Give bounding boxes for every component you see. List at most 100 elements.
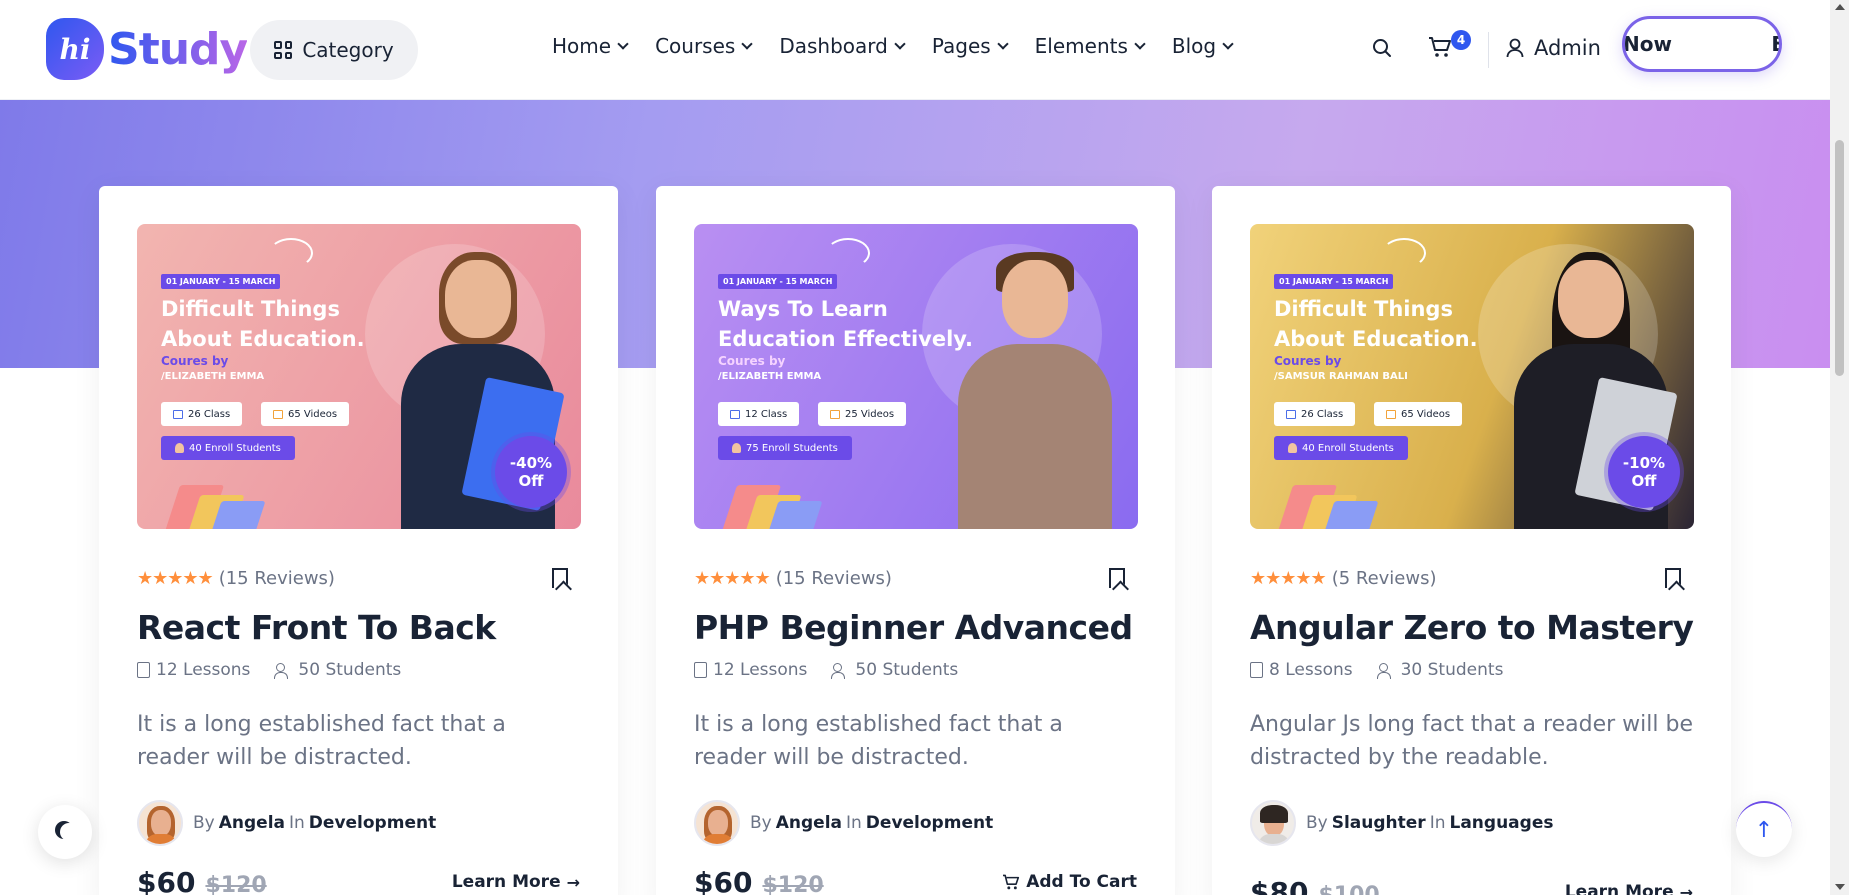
scrollbar-thumb[interactable] bbox=[1835, 140, 1844, 376]
chevron-down-icon bbox=[1222, 37, 1234, 50]
current-price: $80 bbox=[1250, 876, 1309, 895]
course-thumbnail[interactable]: 01 JANUARY - 15 MARCH Difficult Things A… bbox=[1250, 224, 1694, 529]
video-icon bbox=[1386, 409, 1396, 419]
price: $80 $100 bbox=[1250, 876, 1380, 895]
nav-elements[interactable]: Elements bbox=[1035, 34, 1146, 58]
book-icon bbox=[137, 662, 150, 678]
avatar[interactable] bbox=[137, 800, 183, 846]
swirl-decor bbox=[269, 238, 313, 268]
chip-label: 75 Enroll Students bbox=[746, 442, 838, 454]
cart-icon[interactable] bbox=[1428, 36, 1452, 58]
thumb-headline: Ways To Learn Education Effectively. bbox=[718, 297, 974, 351]
enroll-label-right: E bbox=[1771, 32, 1779, 56]
by-label: By bbox=[750, 813, 772, 833]
learn-more-link[interactable]: Learn More → bbox=[452, 872, 580, 892]
logo-mark: hi bbox=[46, 18, 104, 80]
nav-pages[interactable]: Pages bbox=[932, 34, 1009, 58]
nav-label: Blog bbox=[1171, 34, 1217, 58]
thumb-date: 01 JANUARY - 15 MARCH bbox=[718, 274, 838, 289]
moon-icon bbox=[60, 823, 78, 841]
bookmark-icon[interactable] bbox=[1665, 568, 1681, 588]
students: 50 Students bbox=[274, 660, 401, 680]
enroll-now-button[interactable]: Now E bbox=[1622, 16, 1782, 72]
category-link[interactable]: Development bbox=[309, 813, 436, 833]
course-card[interactable]: 01 JANUARY - 15 MARCH Difficult Things A… bbox=[99, 186, 618, 895]
category-link[interactable]: Languages bbox=[1450, 813, 1554, 833]
course-title[interactable]: PHP Beginner Advanced bbox=[694, 608, 1133, 647]
thumb-author: /ELIZABETH EMMA bbox=[161, 371, 265, 382]
bookmark-icon[interactable] bbox=[1109, 568, 1125, 588]
videos-chip: 65 Videos bbox=[261, 402, 350, 426]
nav-label: Home bbox=[552, 34, 612, 58]
discount-value: -10% bbox=[1622, 454, 1666, 472]
thumb-headline: Difficult Things About Education. bbox=[1274, 297, 1478, 351]
cta-label: Learn More bbox=[1564, 882, 1674, 895]
old-price: $120 bbox=[205, 873, 267, 895]
course-title[interactable]: Angular Zero to Mastery bbox=[1250, 608, 1694, 647]
instructor-photo bbox=[950, 244, 1120, 529]
review-count: (5 Reviews) bbox=[1331, 568, 1437, 589]
nav-dashboard[interactable]: Dashboard bbox=[779, 34, 906, 58]
dark-mode-toggle[interactable] bbox=[38, 805, 92, 859]
course-card[interactable]: 01 JANUARY - 15 MARCH Ways To Learn Educ… bbox=[656, 186, 1175, 895]
course-thumbnail[interactable]: 01 JANUARY - 15 MARCH Difficult Things A… bbox=[137, 224, 581, 529]
back-to-top-button[interactable]: ↑ bbox=[1736, 801, 1792, 857]
chevron-down-icon bbox=[1134, 37, 1146, 50]
enroll-label-left: Now bbox=[1623, 32, 1672, 56]
videos-chip: 25 Videos bbox=[818, 402, 907, 426]
in-label: In bbox=[846, 813, 862, 833]
discount-word: Off bbox=[1631, 472, 1657, 490]
author-row: By Angela In Development bbox=[694, 800, 993, 846]
scroll-down-arrow[interactable] bbox=[1835, 884, 1845, 890]
student-icon bbox=[1288, 443, 1297, 453]
chip-label: 12 Class bbox=[745, 408, 788, 420]
students: 30 Students bbox=[1376, 660, 1503, 680]
enroll-chip: 75 Enroll Students bbox=[718, 436, 852, 460]
author-name[interactable]: Angela bbox=[219, 813, 285, 833]
logo-text: Study bbox=[108, 23, 248, 75]
course-card[interactable]: 01 JANUARY - 15 MARCH Difficult Things A… bbox=[1212, 186, 1731, 895]
class-chip: 26 Class bbox=[161, 402, 243, 426]
bookmark-icon[interactable] bbox=[552, 568, 568, 588]
chip-label: 65 Videos bbox=[1401, 408, 1451, 420]
student-icon bbox=[732, 443, 741, 453]
video-icon bbox=[273, 409, 283, 419]
board-icon bbox=[730, 409, 740, 419]
course-meta: 12 Lessons 50 Students bbox=[137, 660, 401, 680]
scroll-up-arrow[interactable] bbox=[1835, 4, 1845, 10]
learn-more-link[interactable]: Learn More → bbox=[1565, 882, 1693, 895]
author-name[interactable]: Slaughter bbox=[1332, 813, 1426, 833]
users-icon bbox=[831, 663, 849, 679]
cta-label: Learn More bbox=[451, 872, 561, 892]
course-description: It is a long established fact that a rea… bbox=[694, 712, 1063, 770]
scrollbar-track[interactable] bbox=[1830, 0, 1849, 895]
students: 50 Students bbox=[831, 660, 958, 680]
book-icon bbox=[1250, 662, 1263, 678]
user-menu[interactable]: Admin bbox=[1506, 36, 1601, 60]
discount-badge: -10% Off bbox=[1608, 436, 1680, 508]
lessons-label: 12 Lessons bbox=[713, 660, 808, 680]
category-button[interactable]: Category bbox=[250, 20, 418, 80]
avatar[interactable] bbox=[694, 800, 740, 846]
course-title[interactable]: React Front To Back bbox=[137, 608, 496, 647]
lessons: 12 Lessons bbox=[137, 660, 250, 680]
category-link[interactable]: Development bbox=[866, 813, 993, 833]
avatar[interactable] bbox=[1250, 800, 1296, 846]
nav-blog[interactable]: Blog bbox=[1171, 34, 1234, 58]
books-illustration bbox=[1274, 481, 1379, 529]
nav-courses[interactable]: Courses bbox=[655, 34, 753, 58]
enroll-chip: 40 Enroll Students bbox=[161, 436, 295, 460]
user-label: Admin bbox=[1534, 36, 1601, 60]
add-to-cart-button[interactable]: Add To Cart bbox=[1002, 872, 1137, 892]
category-label: Category bbox=[302, 38, 394, 62]
nav-home[interactable]: Home bbox=[552, 34, 629, 58]
nav-label: Courses bbox=[655, 34, 736, 58]
thumb-author: /ELIZABETH EMMA bbox=[718, 371, 822, 382]
author-name[interactable]: Angela bbox=[776, 813, 842, 833]
search-icon[interactable] bbox=[1372, 38, 1392, 58]
student-icon bbox=[175, 443, 184, 453]
course-thumbnail[interactable]: 01 JANUARY - 15 MARCH Ways To Learn Educ… bbox=[694, 224, 1138, 529]
students-label: 50 Students bbox=[855, 660, 959, 680]
star-icons: ★★★★★ bbox=[1250, 568, 1327, 589]
logo[interactable]: hi Study bbox=[46, 18, 248, 80]
